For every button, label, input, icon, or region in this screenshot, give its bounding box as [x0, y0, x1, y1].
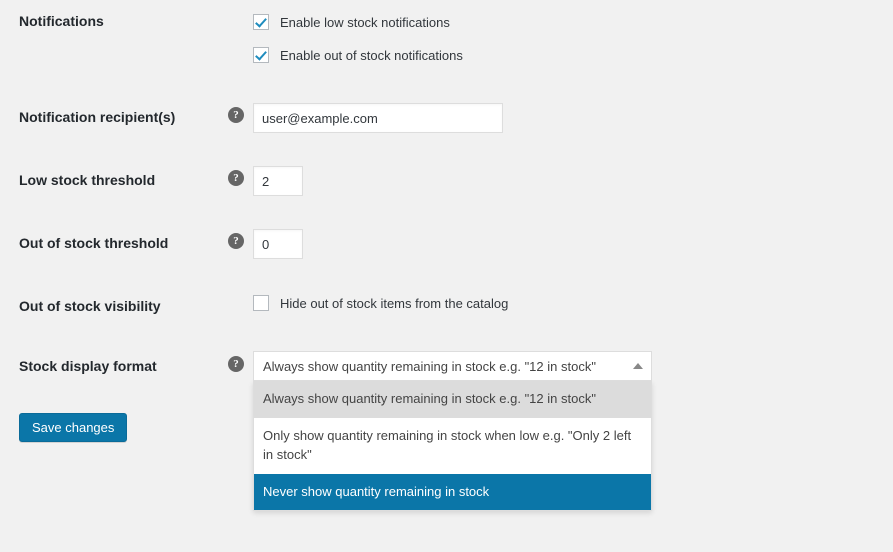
low-stock-threshold-label: Low stock threshold: [19, 172, 156, 188]
out-of-stock-threshold-input[interactable]: [253, 229, 303, 259]
stock-display-format-option-never[interactable]: Never show quantity remaining in stock: [254, 473, 651, 511]
stock-display-format-select[interactable]: Always show quantity remaining in stock …: [253, 351, 652, 512]
enable-low-stock-notifications-checkbox[interactable]: [253, 14, 269, 30]
hide-out-of-stock-items-label[interactable]: Hide out of stock items from the catalog: [280, 296, 508, 311]
hide-out-of-stock-items-checkbox[interactable]: [253, 295, 269, 311]
notification-recipients-label: Notification recipient(s): [19, 109, 176, 125]
enable-out-of-stock-notifications-row[interactable]: Enable out of stock notifications: [253, 47, 463, 63]
stock-display-format-option-always[interactable]: Always show quantity remaining in stock …: [254, 381, 651, 418]
enable-out-of-stock-notifications-checkbox[interactable]: [253, 47, 269, 63]
save-changes-button[interactable]: Save changes: [19, 413, 128, 442]
out-of-stock-visibility-label: Out of stock visibility: [19, 298, 161, 314]
enable-out-of-stock-notifications-label[interactable]: Enable out of stock notifications: [280, 48, 463, 63]
notifications-label: Notifications: [19, 13, 104, 29]
notification-recipients-input[interactable]: [253, 103, 503, 133]
help-icon[interactable]: ?: [228, 170, 244, 186]
stock-settings-form: Notifications Enable low stock notificat…: [0, 0, 893, 552]
enable-low-stock-notifications-label[interactable]: Enable low stock notifications: [280, 15, 450, 30]
help-icon[interactable]: ?: [228, 107, 244, 123]
chevron-up-icon[interactable]: [633, 363, 643, 369]
help-icon[interactable]: ?: [228, 233, 244, 249]
hide-out-of-stock-items-row[interactable]: Hide out of stock items from the catalog: [253, 295, 508, 311]
enable-low-stock-notifications-row[interactable]: Enable low stock notifications: [253, 14, 450, 30]
stock-display-format-selected-value: Always show quantity remaining in stock …: [263, 358, 596, 374]
stock-display-format-select-box[interactable]: Always show quantity remaining in stock …: [253, 351, 652, 381]
help-icon[interactable]: ?: [228, 356, 244, 372]
out-of-stock-threshold-label: Out of stock threshold: [19, 235, 169, 251]
low-stock-threshold-input[interactable]: [253, 166, 303, 196]
stock-display-format-option-only-when-low[interactable]: Only show quantity remaining in stock wh…: [254, 417, 651, 474]
stock-display-format-label: Stock display format: [19, 358, 157, 374]
stock-display-format-option-list: Always show quantity remaining in stock …: [253, 381, 652, 512]
